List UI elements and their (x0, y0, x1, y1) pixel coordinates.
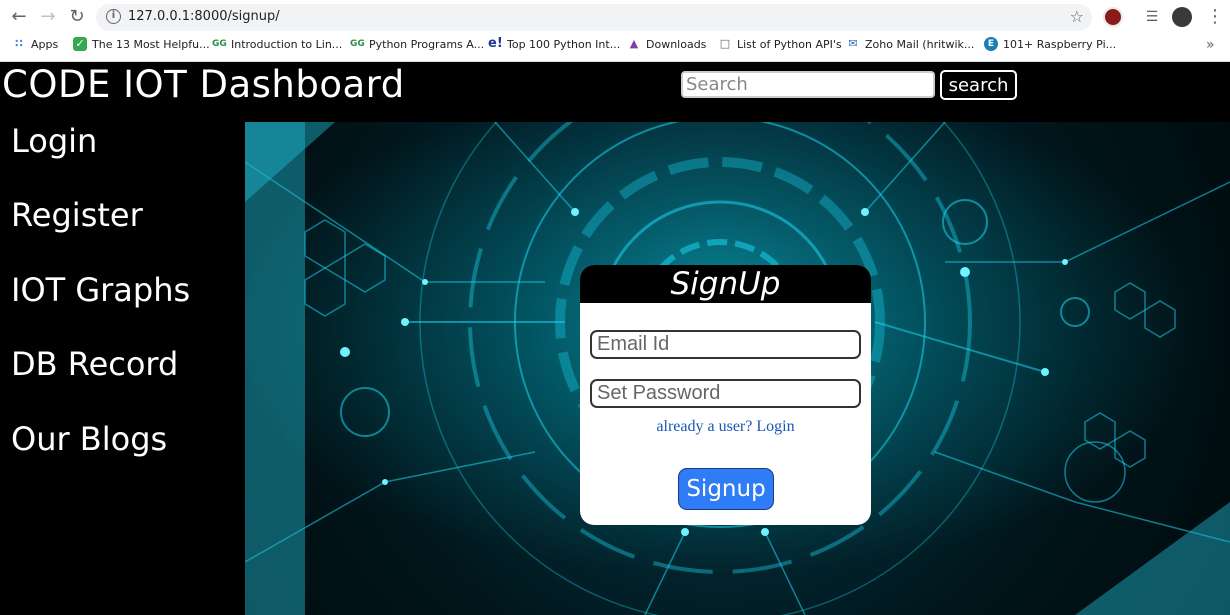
check-icon: ✓ (73, 37, 87, 51)
sidebar-item-login[interactable]: Login (11, 122, 97, 160)
gfg-icon: GG (350, 39, 365, 49)
search-button[interactable]: search (940, 70, 1017, 100)
profile-avatar[interactable] (1172, 7, 1192, 27)
page-icon: □ (719, 37, 731, 50)
browser-chrome: ← → ↻ i 127.0.0.1:8000/signup/ ☆ ☰ ⋮ ∷ A… (0, 0, 1230, 62)
signup-button[interactable]: Signup (678, 468, 774, 510)
media-queue-icon[interactable]: ☰ (1141, 6, 1163, 28)
wizard-icon: ▲ (629, 37, 639, 50)
gfg-icon: GG (212, 39, 227, 49)
bookmark-star-icon[interactable]: ☆ (1070, 7, 1084, 26)
page: CODE IOT Dashboard search Login Register… (0, 62, 1230, 615)
sidebar-item-iot-graphs[interactable]: IOT Graphs (11, 271, 190, 309)
mail-icon: ✉ (848, 37, 858, 50)
login-link[interactable]: already a user? Login (580, 418, 871, 436)
browser-toolbar: ← → ↻ i 127.0.0.1:8000/signup/ ☆ ☰ ⋮ (0, 0, 1230, 34)
bookmark-item[interactable]: e! Top 100 Python Int... (488, 37, 620, 51)
forward-arrow-icon[interactable]: → (37, 6, 59, 28)
url-text: 127.0.0.1:8000/signup/ (128, 9, 280, 24)
sidebar-item-db-record[interactable]: DB Record (11, 345, 178, 383)
reload-icon[interactable]: ↻ (66, 6, 88, 28)
signup-title: SignUp (580, 265, 871, 303)
e-circle-icon: E (984, 37, 998, 51)
bookmark-item[interactable]: □ List of Python API's (718, 37, 842, 51)
back-arrow-icon[interactable]: ← (8, 6, 30, 28)
ublock-extension-icon[interactable] (1103, 7, 1123, 27)
bookmark-item[interactable]: E 101+ Raspberry Pi... (984, 37, 1116, 51)
password-field[interactable] (590, 379, 861, 408)
bookmark-item[interactable]: GG Python Programs A... (350, 37, 484, 51)
signup-card: SignUp already a user? Login Signup (580, 265, 871, 525)
search-input[interactable] (681, 71, 935, 98)
bookmark-item[interactable]: ∷ Apps (12, 37, 58, 51)
e-icon: e! (488, 36, 503, 51)
sidebar-item-our-blogs[interactable]: Our Blogs (11, 420, 167, 458)
apps-grid-icon: ∷ (15, 37, 23, 50)
bookmark-item[interactable]: ▲ Downloads (627, 37, 707, 51)
bookmark-item[interactable]: ✉ Zoho Mail (hritwik... (846, 37, 974, 51)
address-bar[interactable]: i 127.0.0.1:8000/signup/ ☆ (96, 4, 1092, 31)
bookmark-item[interactable]: GG Introduction to Lin... (212, 37, 342, 51)
email-field[interactable] (590, 330, 861, 359)
site-title: CODE IOT Dashboard (2, 63, 405, 106)
sidebar-item-register[interactable]: Register (11, 196, 143, 234)
bookmarks-bar: ∷ Apps ✓ The 13 Most Helpfu... GG Introd… (0, 34, 1230, 56)
bookmark-item[interactable]: ✓ The 13 Most Helpfu... (73, 37, 210, 51)
more-bookmarks-icon[interactable]: » (1206, 37, 1215, 53)
sidebar-nav: Login Register IOT Graphs DB Record Our … (0, 122, 244, 615)
info-icon[interactable]: i (106, 9, 121, 24)
menu-dots-icon[interactable]: ⋮ (1204, 6, 1226, 28)
